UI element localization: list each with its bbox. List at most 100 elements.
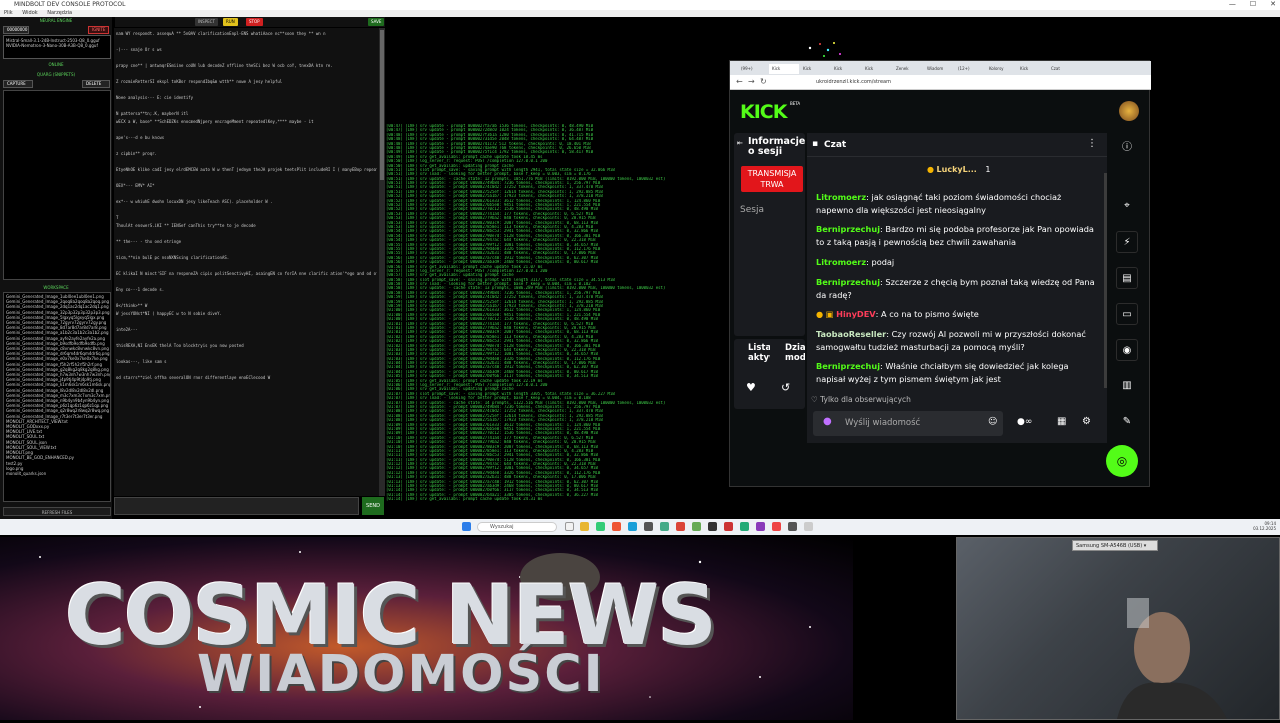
workspace-file-item[interactable]: Gemini_Generated_Image_a1b2c3a1b2c3a1b2.… xyxy=(6,330,109,335)
reload-icon[interactable]: ↻ xyxy=(760,77,767,86)
collapse-icon[interactable]: ⇤ xyxy=(737,139,743,147)
app-icon[interactable] xyxy=(804,522,813,531)
chat-username[interactable]: Litromoerz xyxy=(816,192,866,202)
heart-icon[interactable]: ♥ xyxy=(746,381,756,394)
workspace-file-item[interactable]: Gemini_Generated_Image_e0x7ke0x7ke0x7ke.… xyxy=(6,356,108,361)
forward-icon[interactable]: → xyxy=(748,77,755,86)
snippets-list[interactable] xyxy=(3,90,111,280)
url-field[interactable]: ukroidrzenzil.kick.com/stream xyxy=(816,78,1016,87)
explorer-icon[interactable] xyxy=(580,522,589,531)
edge-icon[interactable] xyxy=(628,522,637,531)
layout-icon[interactable]: ▥ xyxy=(1116,375,1138,397)
capture-button[interactable]: CAPTURE xyxy=(3,80,33,88)
mic-icon[interactable]: ● xyxy=(823,416,832,427)
app-icon[interactable] xyxy=(740,522,749,531)
browser-tab[interactable]: Zenek xyxy=(893,64,923,74)
info-icon[interactable]: ⓘ xyxy=(1116,137,1138,159)
user-avatar[interactable] xyxy=(1119,101,1139,121)
start-icon[interactable] xyxy=(462,522,471,531)
menu-view[interactable]: Widok xyxy=(22,10,37,16)
workspace-file-item[interactable]: monolit_quarks.json xyxy=(6,471,108,476)
headset-button[interactable]: ◎ xyxy=(1106,445,1138,477)
browser-tab[interactable]: (99+) xyxy=(738,64,768,74)
output-scrollbar[interactable] xyxy=(379,28,385,496)
app-icon[interactable] xyxy=(756,522,765,531)
gift-icon[interactable]: ▦ xyxy=(1057,416,1066,427)
run-button[interactable]: RUN xyxy=(223,18,238,26)
maximize-icon[interactable]: ☐ xyxy=(1250,0,1256,10)
workspace-file-list[interactable]: Gemini_Generated_Image_1ubl0ee1ubl0ee1.p… xyxy=(3,292,111,502)
chrome-icon[interactable] xyxy=(676,522,685,531)
browser-tab[interactable]: Kolorsy xyxy=(986,64,1016,74)
workspace-file-item[interactable]: Gemini_Generated_Image_q2r8wq2r8wq2r8wq.… xyxy=(6,408,109,413)
workspace-file-item[interactable]: Gemini_Generated_Image_2dq1ac2dq1ac2dq1.… xyxy=(6,304,109,309)
lightning-icon[interactable]: ⚡ xyxy=(1116,231,1138,253)
browser-tab[interactable]: Kick xyxy=(862,64,892,74)
send-button[interactable]: SEND xyxy=(362,497,384,515)
app-icon[interactable] xyxy=(708,522,717,531)
taskbar-search[interactable]: Wyszukaj xyxy=(477,522,557,532)
minimize-icon[interactable]: — xyxy=(1229,0,1236,10)
chat-username[interactable]: Berniprzechuj xyxy=(816,361,880,371)
taskbar-clock[interactable]: 09:14 03.12.2025 xyxy=(1236,521,1276,531)
app-icon[interactable] xyxy=(772,522,781,531)
prompt-input[interactable] xyxy=(114,497,359,515)
browser-tab[interactable]: (12+) xyxy=(955,64,985,74)
save-button[interactable]: SAVE xyxy=(368,18,385,26)
chat-username[interactable]: Litromoerz xyxy=(816,257,866,267)
chat-username[interactable]: Berniprzechuj xyxy=(816,277,880,287)
brave-icon[interactable] xyxy=(612,522,621,531)
camera-device-label[interactable]: Samsung SM-A546B (USB) ▾ xyxy=(1072,540,1158,551)
delete-button[interactable]: DELETE xyxy=(82,80,110,88)
output-line: ** the--- - thx ond etringe xyxy=(116,239,182,244)
focus-icon[interactable]: ⌖ xyxy=(1116,195,1138,217)
app-icon[interactable] xyxy=(596,522,605,531)
currency-icon[interactable]: ●∞ xyxy=(1017,417,1032,427)
activity-list-tab[interactable]: Lista aktywności xyxy=(748,343,770,363)
inspect-button[interactable]: INSPECT xyxy=(195,18,218,26)
chat-icon[interactable]: ▭ xyxy=(1116,303,1138,325)
model-item[interactable]: NVIDIA-Nemotron-3-Nano-30B-A3B-Q8_0.gguf xyxy=(6,43,108,48)
chat-username[interactable]: TaobaoReseller xyxy=(816,329,886,339)
close-icon[interactable]: ✕ xyxy=(1270,0,1276,10)
mod-actions-tab[interactable]: Działania moderatora xyxy=(785,343,805,363)
browser-tab[interactable]: Kick xyxy=(769,64,799,74)
wrench-icon[interactable]: ✎ xyxy=(1116,411,1138,433)
menu-tools[interactable]: Narzędzia xyxy=(47,10,72,16)
workspace-file-item[interactable]: Gemini_Generated_Image_k1m6sk1m6sk1m6sk.… xyxy=(6,382,110,387)
chat-username[interactable]: HinyDEV xyxy=(836,309,876,319)
chat-username[interactable]: Berniprzechuj xyxy=(816,224,880,234)
menu-file[interactable]: Plik xyxy=(4,10,13,16)
model-list[interactable]: Mistral-Small-3.1-24B-Instruct-2503-Q8_0… xyxy=(3,35,111,59)
app-icon[interactable] xyxy=(692,522,701,531)
chat-scrollbar[interactable] xyxy=(1104,173,1107,388)
history-icon[interactable]: ↺ xyxy=(781,381,790,394)
model-id-field[interactable]: 00000000 xyxy=(3,26,29,34)
ignite-button[interactable]: IGNITE xyxy=(88,26,110,34)
stop-button[interactable]: STOP xyxy=(246,18,263,26)
task-view-icon[interactable] xyxy=(565,522,574,531)
output-line: W jessYONst*NI ( happyEC w to N sobie di… xyxy=(116,311,222,316)
app-icon[interactable] xyxy=(724,522,733,531)
chat-message-input[interactable]: ● Wyślij wiadomość ☺ xyxy=(813,411,1003,436)
browser-tab[interactable]: Wiadom xyxy=(924,64,954,74)
notes-icon[interactable]: ▤ xyxy=(1116,267,1138,289)
settings-icon[interactable]: ⚙ xyxy=(1082,416,1091,427)
more-options-icon[interactable]: ⋮ xyxy=(1087,138,1097,149)
refresh-files-button[interactable]: REFRESH FILES xyxy=(3,507,111,516)
terminal-icon[interactable] xyxy=(644,522,653,531)
app-icon[interactable] xyxy=(660,522,669,531)
browser-tab[interactable]: Kick xyxy=(831,64,861,74)
browser-tab[interactable]: Czat xyxy=(1048,64,1078,74)
browser-tab[interactable]: Kick xyxy=(1017,64,1047,74)
output-line: EC klikaI N minct'SIF na responeZA cipis… xyxy=(116,271,377,276)
browser-tab[interactable]: Kick xyxy=(800,64,830,74)
pinned-gifter[interactable]: ● LuckyL... 1 xyxy=(927,165,990,174)
emoji-icon[interactable]: ☺ xyxy=(988,417,997,427)
back-icon[interactable]: ← xyxy=(736,77,743,86)
broadcast-icon[interactable]: ◉ xyxy=(1116,339,1138,361)
kick-logo[interactable]: KICK xyxy=(740,101,787,123)
app-icon[interactable] xyxy=(788,522,797,531)
